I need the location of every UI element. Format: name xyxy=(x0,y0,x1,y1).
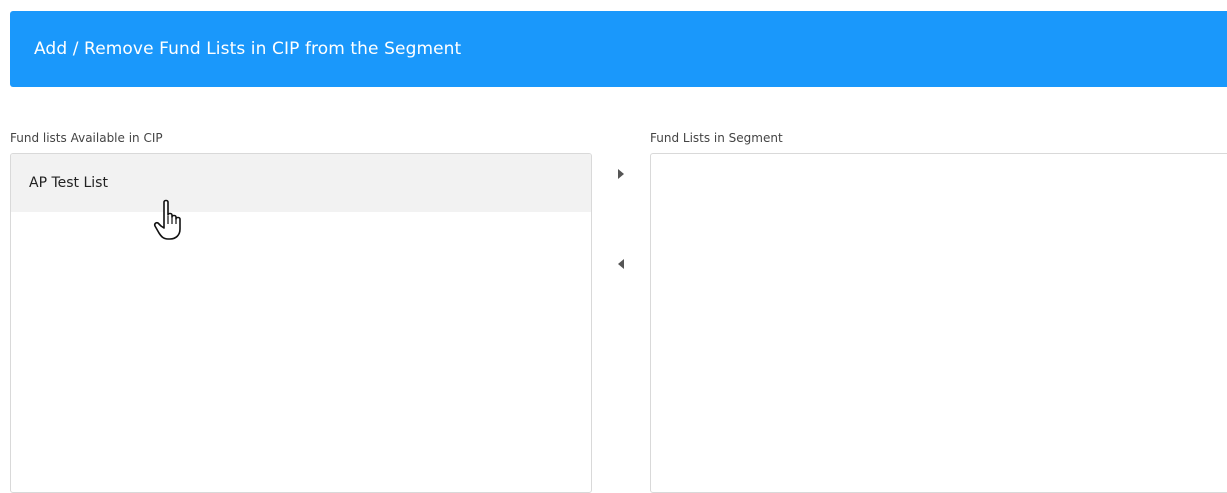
segment-lists-label: Fund Lists in Segment xyxy=(650,131,783,145)
segment-lists-listbox[interactable] xyxy=(650,153,1227,493)
available-lists-listbox[interactable]: AP Test List xyxy=(10,153,592,493)
move-to-segment-button[interactable] xyxy=(613,166,629,182)
dialog-title: Add / Remove Fund Lists in CIP from the … xyxy=(34,39,462,59)
dialog-header: Add / Remove Fund Lists in CIP from the … xyxy=(10,11,1227,87)
list-item-ap-test-list[interactable]: AP Test List xyxy=(11,154,591,212)
available-lists-label: Fund lists Available in CIP xyxy=(10,131,163,145)
hand-pointer-icon xyxy=(153,199,181,240)
list-item-label: AP Test List xyxy=(29,175,108,191)
move-to-available-button[interactable] xyxy=(613,256,629,272)
triangle-right-icon xyxy=(618,169,624,179)
triangle-left-icon xyxy=(618,259,624,269)
